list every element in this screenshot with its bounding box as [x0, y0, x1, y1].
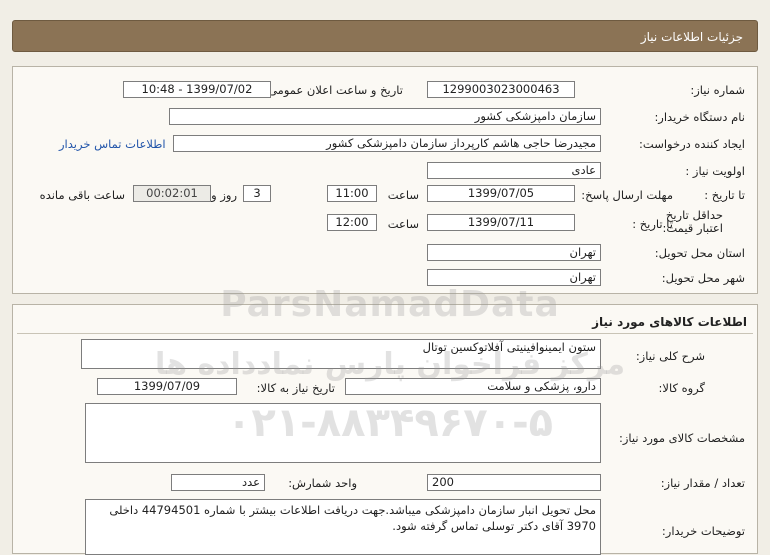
page-title-bar: جزئیات اطلاعات نیاز	[12, 20, 758, 52]
goods-group-field[interactable]: دارو، پزشکی و سلامت	[345, 378, 601, 395]
quantity-label: تعداد / مقدار نیاز:	[660, 476, 745, 490]
need-number-field[interactable]: 1299003023000463	[427, 81, 575, 98]
need-number-label: شماره نیاز:	[690, 83, 745, 97]
deadline-time-label: ساعت	[387, 188, 419, 202]
general-description-label: شرح کلی نیاز:	[635, 349, 705, 363]
deadline-time-field[interactable]: 11:00	[327, 185, 377, 202]
city-field[interactable]: تهران	[427, 269, 601, 286]
validity-time-field[interactable]: 12:00	[327, 214, 377, 231]
time-remaining-field: 00:02:01	[133, 185, 211, 202]
creator-field[interactable]: مجیدرضا حاجی هاشم کارپرداز سازمان دامپزش…	[173, 135, 601, 152]
deadline-date-field[interactable]: 1399/07/05	[427, 185, 575, 202]
announce-field[interactable]: 1399/07/02 - 10:48	[123, 81, 271, 98]
city-label: شهر محل تحویل:	[661, 271, 745, 285]
buyer-notes-field[interactable]: محل تحویل انبار سازمان دامپزشکی میباشد.ج…	[85, 499, 601, 555]
goods-section-title: اطلاعات کالاهای مورد نیاز	[592, 315, 747, 329]
province-label: استان محل تحویل:	[654, 246, 745, 260]
section-divider	[17, 333, 753, 334]
need-date-label: تاریخ نیاز به کالا:	[256, 381, 335, 395]
deadline-to-date-label: تا تاریخ :	[704, 188, 745, 202]
specs-label: مشخصات کالای مورد نیاز:	[618, 431, 745, 445]
quantity-field[interactable]: 200	[427, 474, 601, 491]
days-label: روز و	[211, 188, 237, 202]
specs-field[interactable]	[85, 403, 601, 463]
page-title: جزئیات اطلاعات نیاز	[640, 30, 743, 44]
goods-group-label: گروه کالا:	[658, 381, 705, 395]
need-info-panel: شماره نیاز: 1299003023000463 تاریخ و ساع…	[12, 66, 758, 294]
buyer-notes-label: توضیحات خریدار:	[661, 524, 745, 538]
deadline-label: مهلت ارسال پاسخ:	[581, 188, 673, 202]
unit-field[interactable]: عدد	[171, 474, 265, 491]
priority-field[interactable]: عادی	[427, 162, 601, 179]
general-description-field[interactable]: ستون ایمینوافینیتی آفلاتوکسین توتال	[81, 339, 601, 369]
validity-time-label: ساعت	[387, 217, 419, 231]
contact-info-link[interactable]: اطلاعات تماس خریدار	[59, 137, 166, 151]
creator-label: ایجاد کننده درخواست:	[639, 137, 745, 151]
province-field[interactable]: تهران	[427, 244, 601, 261]
need-date-field[interactable]: 1399/07/09	[97, 378, 237, 395]
announce-label: تاریخ و ساعت اعلان عمومی:	[264, 83, 403, 97]
buyer-label: نام دستگاه خریدار:	[654, 110, 745, 124]
validity-date-field[interactable]: 1399/07/11	[427, 214, 575, 231]
unit-label: واحد شمارش:	[288, 476, 357, 490]
priority-label: اولویت نیاز :	[685, 164, 745, 178]
time-remaining-label: ساعت باقی مانده	[39, 188, 125, 202]
buyer-field[interactable]: سازمان دامپزشکی کشور	[169, 108, 601, 125]
days-remaining-field[interactable]: 3	[243, 185, 271, 202]
goods-info-panel: اطلاعات کالاهای مورد نیاز شرح کلی نیاز: …	[12, 304, 758, 555]
validity-to-date-label: تا تاریخ :	[632, 217, 673, 231]
